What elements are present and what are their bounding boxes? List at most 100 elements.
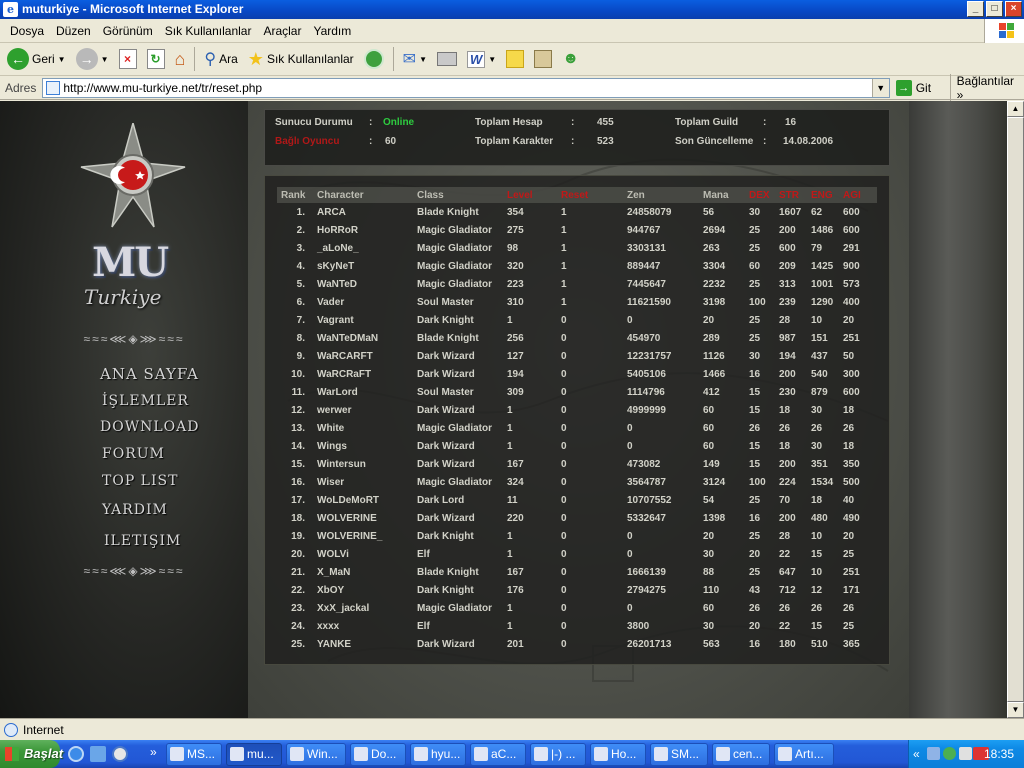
maximize-button[interactable]: □ [986,1,1003,17]
cell-character: WarLord [317,386,358,398]
ie-quicklaunch-icon[interactable] [68,746,84,762]
menu-favorites[interactable]: Sık Kullanılanlar [159,24,258,38]
cell-str: 18 [779,440,791,452]
mail-button[interactable]: ✉ ▼ [400,46,430,72]
scroll-thumb[interactable] [1007,117,1024,702]
stop-button[interactable]: × [116,46,140,72]
cell-mana: 149 [703,458,720,470]
table-row: 25. YANKE Dark Wizard 201 0 26201713 563 16 180 5… [277,635,877,653]
window-titlebar: e muturkiye - Microsoft Internet Explore… [0,0,1024,19]
taskbar-button-hyu[interactable]: hyu... [410,743,466,766]
cell-mana: 30 [703,620,715,632]
cell-character: WoLDeMoRT [317,494,380,506]
mail-dropdown-icon[interactable]: ▼ [419,55,427,64]
taskbar-button-ho[interactable]: Ho... [590,743,646,766]
media-quicklaunch-icon[interactable] [112,746,128,762]
back-dropdown-icon[interactable]: ▼ [58,55,66,64]
taskbar-button-ac[interactable]: aC... [470,743,526,766]
cell-character: X_MaN [317,566,351,578]
refresh-button[interactable]: ↻ [144,46,168,72]
cell-str: 180 [779,638,796,650]
network-icon[interactable] [927,747,940,760]
links-button[interactable]: Bağlantılar » [949,73,1024,102]
vertical-scrollbar[interactable]: ▲ ▼ [1007,101,1024,718]
menu-edit[interactable]: Düzen [50,24,97,38]
start-button[interactable]: Başlat [0,740,64,768]
cell-reset: 0 [561,638,567,650]
nav-home[interactable]: ANA SAYFA [100,365,199,383]
nav-help[interactable]: YARDIM [102,502,168,518]
back-button[interactable]: ← Geri ▼ [4,46,69,72]
scroll-down-arrow-icon[interactable]: ▼ [1007,702,1024,718]
favorites-button[interactable]: ★ Sık Kullanılanlar [245,46,357,72]
taskbar-button-do[interactable]: Do... [350,743,406,766]
search-button[interactable]: ⚲ Ara [201,46,240,72]
cell-level: 275 [507,224,524,236]
address-dropdown-icon[interactable]: ▼ [871,78,889,97]
messenger-tray-icon[interactable] [943,747,956,760]
cell-agi: 25 [843,548,855,560]
quicklaunch-more-icon[interactable]: » [150,745,157,759]
cell-eng: 26 [811,422,823,434]
mu-logo: MU [92,239,169,286]
discuss-button[interactable] [503,46,527,72]
menu-view[interactable]: Görünüm [97,24,159,38]
nav-forum[interactable]: FORUM [102,446,165,462]
minimize-button[interactable]: _ [967,1,984,17]
cell-dex: 15 [749,386,761,398]
menu-help[interactable]: Yardım [307,24,357,38]
close-button[interactable]: × [1005,1,1022,17]
edit-dropdown-icon[interactable]: ▼ [488,55,496,64]
taskbar-button-cen[interactable]: cen... [712,743,770,766]
cell-str: 230 [779,386,796,398]
taskbar-button-ms[interactable]: MS... [166,743,222,766]
nav-operations[interactable]: İŞLEMLER [102,393,189,409]
menu-file[interactable]: Dosya [4,24,50,38]
taskbar-button-arti[interactable]: Artı... [774,743,834,766]
taskbar-button-sm[interactable]: SM... [650,743,708,766]
home-button[interactable]: ⌂ [172,46,189,72]
research-button[interactable] [531,46,555,72]
forward-dropdown-icon[interactable]: ▼ [101,55,109,64]
cell-level: 256 [507,332,524,344]
messenger-button[interactable]: ☻ [559,46,582,72]
cell-class: Dark Knight [417,584,474,596]
cell-character: WaRCRaFT [317,368,372,380]
cell-reset: 0 [561,584,567,596]
taskbar-button-mu[interactable]: mu... [226,743,282,766]
cell-str: 209 [779,260,796,272]
edit-button[interactable]: W ▼ [464,46,499,72]
cell-zen: 3564787 [627,476,666,488]
volume-icon[interactable] [959,747,972,760]
start-label: Başlat [24,746,64,761]
nav-top-list[interactable]: TOP LIST [102,473,178,489]
cell-mana: 88 [703,566,715,578]
nav-download[interactable]: DOWNLOAD [100,419,199,435]
tray-expand-icon[interactable]: « [913,740,920,768]
address-input[interactable]: http://www.mu-turkiye.net/tr/reset.php ▼ [42,77,890,98]
table-row: 2. HoRRoR Magic Gladiator 275 1 944767 2694 25 2… [277,221,877,239]
cell-class: Dark Wizard [417,512,475,524]
cell-dex: 16 [749,512,761,524]
address-label: Adres [5,80,37,95]
taskbar-button-smiley[interactable]: |-) ... [530,743,586,766]
taskbar-button-win[interactable]: Win... [286,743,346,766]
table-row: 7. Vagrant Dark Knight 1 0 0 20 25 28 10 20 [277,311,877,329]
cell-agi: 18 [843,404,855,416]
word-icon: W [466,50,486,68]
go-button[interactable]: → Git [895,79,946,96]
menu-tools[interactable]: Araçlar [257,24,307,38]
cell-level: 1 [507,422,513,434]
refresh-icon: ↻ [146,49,165,69]
cell-mana: 412 [703,386,720,398]
print-button[interactable] [434,46,460,72]
cell-character: WOLVERINE_ [317,530,383,542]
history-button[interactable] [361,46,387,72]
cell-agi: 251 [843,332,860,344]
cell-mana: 110 [703,584,720,596]
cell-class: Blade Knight [417,332,479,344]
nav-contact[interactable]: ILETIŞIM [104,533,181,549]
forward-button[interactable]: → ▼ [73,46,112,72]
scroll-up-arrow-icon[interactable]: ▲ [1007,101,1024,117]
desktop-quicklaunch-icon[interactable] [90,746,106,762]
